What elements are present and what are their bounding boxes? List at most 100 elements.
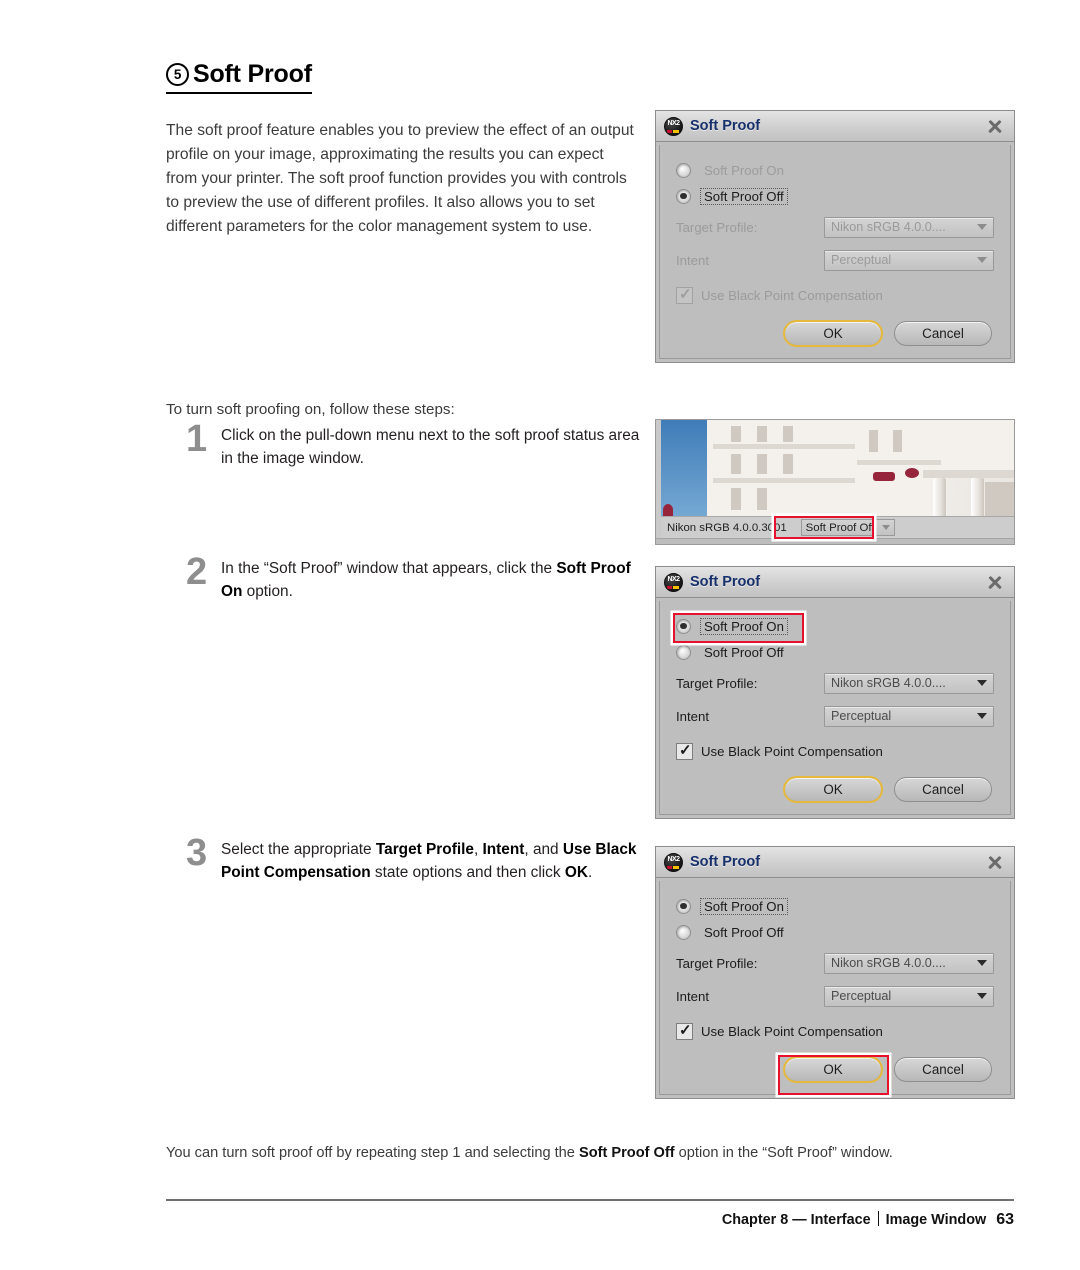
photo-window-9 bbox=[869, 430, 878, 452]
chevron-down-icon bbox=[977, 713, 987, 719]
black-point-compensation-row[interactable]: ✓ Use Black Point Compensation bbox=[676, 739, 994, 763]
section-number-badge: 5 bbox=[166, 63, 189, 86]
chevron-down-icon bbox=[977, 680, 987, 686]
dialog-button-row: OK Cancel bbox=[676, 1056, 994, 1083]
target-profile-value: Nikon sRGB 4.0.0.... bbox=[831, 956, 946, 970]
photo-window-8 bbox=[757, 488, 767, 510]
soft-proof-dialog-on-state: NX2 Soft Proof Soft Proof On Soft Proof … bbox=[655, 566, 1015, 819]
close-icon[interactable] bbox=[982, 571, 1008, 593]
ok-button[interactable]: OK bbox=[783, 776, 883, 803]
step-number-3: 3 bbox=[186, 832, 208, 874]
nx2-app-icon-label: NX2 bbox=[667, 119, 680, 127]
photo-building-left bbox=[707, 420, 857, 518]
step-item-3: 3 Select the appropriate Target Profile,… bbox=[186, 834, 646, 884]
footer-page-number: 63 bbox=[996, 1211, 1014, 1228]
black-point-checkbox[interactable]: ✓ bbox=[676, 1022, 693, 1040]
target-profile-dropdown[interactable]: Nikon sRGB 4.0.0.... bbox=[824, 952, 994, 974]
intent-dropdown[interactable]: Perceptual bbox=[824, 985, 994, 1007]
image-window-bottom-strip bbox=[656, 538, 1014, 544]
dialog-titlebar: NX2 Soft Proof bbox=[656, 111, 1014, 142]
photo-portico-shadow bbox=[985, 482, 1014, 518]
nx2-icon-red-bar bbox=[667, 129, 672, 133]
photo-window-7 bbox=[731, 488, 741, 510]
photo-window-1 bbox=[731, 426, 741, 442]
target-profile-row: Target Profile: Nikon sRGB 4.0.0.... bbox=[676, 670, 994, 696]
nx2-app-icon: NX2 bbox=[664, 116, 683, 136]
step-number-2: 2 bbox=[186, 551, 208, 593]
radio-soft-proof-off[interactable]: Soft Proof Off bbox=[676, 641, 788, 663]
black-point-compensation-row[interactable]: ✓ Use Black Point Compensation bbox=[676, 283, 994, 307]
radio-soft-proof-on[interactable]: Soft Proof On bbox=[676, 159, 788, 181]
dialog-body: Soft Proof On Soft Proof Off Target Prof… bbox=[659, 881, 1011, 1095]
soft-proof-status-value: Soft Proof Off bbox=[805, 521, 875, 534]
intent-dropdown[interactable]: Perceptual bbox=[824, 249, 994, 271]
intent-row: Intent Perceptual bbox=[676, 983, 994, 1009]
target-profile-row: Target Profile: Nikon sRGB 4.0.0.... bbox=[676, 214, 994, 240]
soft-proof-status-dropdown[interactable]: Soft Proof Off bbox=[800, 519, 895, 536]
ok-button[interactable]: OK bbox=[783, 320, 883, 347]
ok-button[interactable]: OK bbox=[783, 1056, 883, 1083]
close-icon[interactable] bbox=[982, 851, 1008, 873]
black-point-compensation-row[interactable]: ✓ Use Black Point Compensation bbox=[676, 1019, 994, 1043]
radio-indicator-off bbox=[676, 188, 691, 204]
intent-label: Intent bbox=[676, 252, 709, 268]
chevron-down-icon bbox=[881, 525, 890, 530]
target-profile-label: Target Profile: bbox=[676, 219, 758, 235]
intent-value: Perceptual bbox=[831, 253, 892, 267]
photo-column-1 bbox=[933, 478, 946, 518]
intro-paragraph: The soft proof feature enables you to pr… bbox=[166, 121, 634, 236]
dialog-titlebar: NX2 Soft Proof bbox=[656, 847, 1014, 878]
photo-flowerbox-1 bbox=[873, 472, 895, 481]
check-icon: ✓ bbox=[679, 285, 692, 303]
nx2-icon-red-bar bbox=[667, 585, 672, 589]
photo-building-right bbox=[941, 420, 1014, 474]
page-title: 5 Soft Proof bbox=[166, 60, 312, 94]
nx2-app-icon: NX2 bbox=[664, 852, 683, 872]
step-text-1: Click on the pull-down menu next to the … bbox=[221, 427, 640, 467]
nx2-icon-yellow-bar bbox=[673, 585, 679, 589]
photo-window-2 bbox=[757, 426, 767, 442]
target-profile-dropdown[interactable]: Nikon sRGB 4.0.0.... bbox=[824, 216, 994, 238]
nx2-app-icon: NX2 bbox=[664, 572, 683, 592]
photo-window-4 bbox=[731, 454, 741, 474]
target-profile-row: Target Profile: Nikon sRGB 4.0.0.... bbox=[676, 950, 994, 976]
radio-soft-proof-on[interactable]: Soft Proof On bbox=[676, 895, 788, 917]
intent-row: Intent Perceptual bbox=[676, 247, 994, 273]
black-point-checkbox[interactable]: ✓ bbox=[676, 285, 693, 304]
target-profile-label: Target Profile: bbox=[676, 955, 758, 971]
status-color-profile: Nikon sRGB 4.0.0.3001 bbox=[665, 520, 793, 535]
image-window-status-bar: Nikon sRGB 4.0.0.3001 Soft Proof Off bbox=[661, 516, 1014, 538]
radio-label-soft-proof-on: Soft Proof On bbox=[700, 617, 788, 635]
dialog-button-row: OK Cancel bbox=[676, 776, 994, 803]
cancel-button[interactable]: Cancel bbox=[894, 1057, 992, 1082]
photo-flowerbox-2 bbox=[905, 468, 919, 478]
photo-preview bbox=[661, 420, 1014, 518]
radio-indicator-off bbox=[676, 924, 691, 940]
black-point-checkbox[interactable]: ✓ bbox=[676, 742, 693, 760]
photo-entablature bbox=[923, 470, 1014, 478]
step-text-3: Select the appropriate Target Profile, I… bbox=[221, 841, 637, 881]
radio-indicator-on bbox=[676, 898, 691, 914]
target-profile-label: Target Profile: bbox=[676, 675, 758, 691]
radio-soft-proof-off[interactable]: Soft Proof Off bbox=[676, 185, 788, 207]
steps-lead-line: To turn soft proofing on, follow these s… bbox=[166, 401, 455, 419]
cancel-button[interactable]: Cancel bbox=[894, 777, 992, 802]
close-icon[interactable] bbox=[982, 115, 1008, 137]
photo-column-2 bbox=[971, 478, 984, 518]
dialog-body: Soft Proof On Soft Proof Off Target Prof… bbox=[659, 601, 1011, 815]
chevron-down-icon bbox=[977, 960, 987, 966]
footer-chapter: Chapter 8 — Interface bbox=[721, 1212, 871, 1228]
black-point-label: Use Black Point Compensation bbox=[701, 287, 883, 303]
image-window-screenshot: Nikon sRGB 4.0.0.3001 Soft Proof Off bbox=[655, 419, 1015, 545]
cancel-button[interactable]: Cancel bbox=[894, 321, 992, 346]
nx2-icon-yellow-bar bbox=[673, 865, 679, 869]
radio-soft-proof-on[interactable]: Soft Proof On bbox=[676, 615, 788, 637]
radio-soft-proof-off[interactable]: Soft Proof Off bbox=[676, 921, 788, 943]
dialog-titlebar: NX2 Soft Proof bbox=[656, 567, 1014, 598]
chevron-down-icon bbox=[977, 257, 987, 263]
photo-cornice-2 bbox=[713, 478, 855, 483]
radio-indicator-on bbox=[676, 618, 691, 634]
footer-section: Image Window bbox=[885, 1212, 987, 1228]
target-profile-dropdown[interactable]: Nikon sRGB 4.0.0.... bbox=[824, 672, 994, 694]
intent-dropdown[interactable]: Perceptual bbox=[824, 705, 994, 727]
